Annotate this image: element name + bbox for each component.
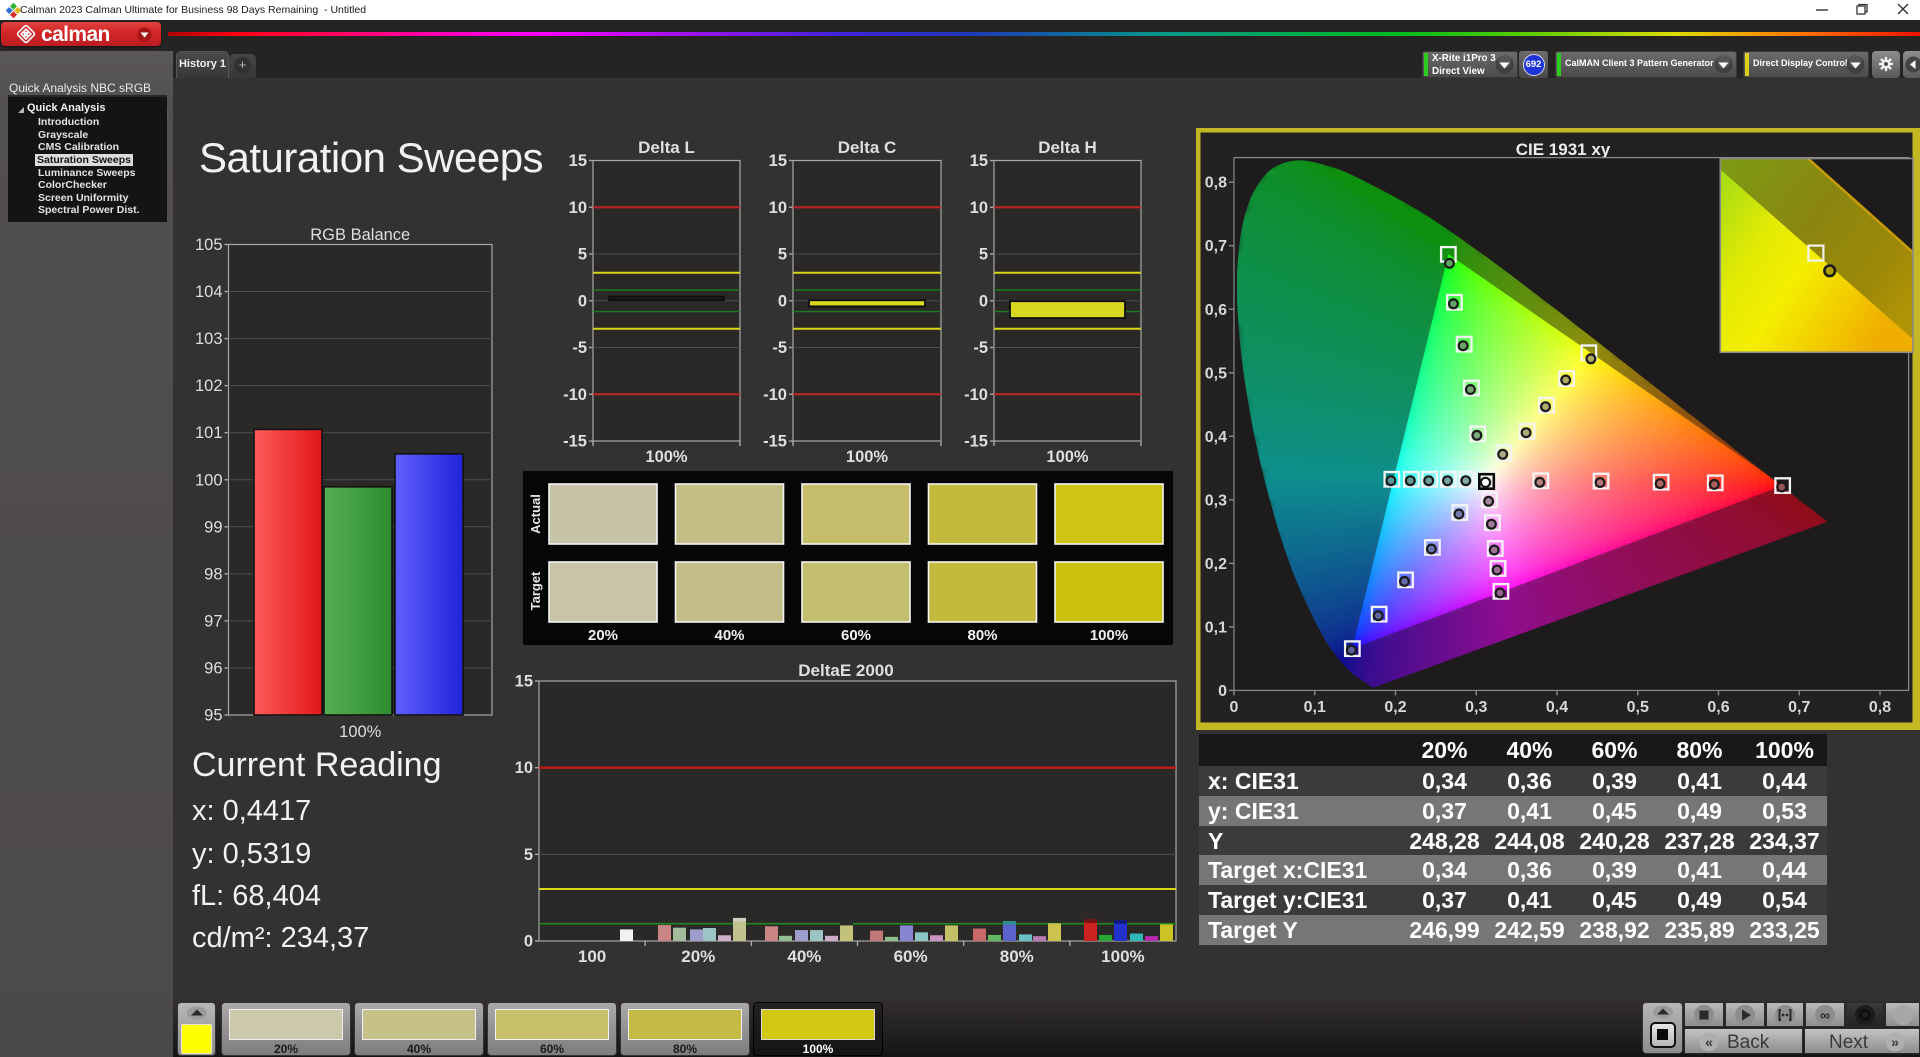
svg-text:«: « xyxy=(1705,1034,1713,1050)
svg-text:0: 0 xyxy=(578,292,587,310)
svg-text:x: 0,4417: x: 0,4417 xyxy=(192,795,311,827)
svg-text:99: 99 xyxy=(204,518,222,536)
svg-text:100: 100 xyxy=(195,471,223,489)
svg-text:5: 5 xyxy=(578,246,587,264)
svg-text:100%: 100% xyxy=(1101,947,1144,966)
svg-text:80%: 80% xyxy=(1000,947,1034,966)
svg-text:Delta C: Delta C xyxy=(838,138,897,157)
svg-text:0,5: 0,5 xyxy=(1205,365,1227,382)
svg-text:60%: 60% xyxy=(894,947,928,966)
svg-text:0,6: 0,6 xyxy=(1707,699,1729,716)
svg-text:0: 0 xyxy=(1230,699,1239,716)
svg-text:0,2: 0,2 xyxy=(1205,556,1227,573)
svg-text:Delta L: Delta L xyxy=(638,138,695,157)
svg-text:100%: 100% xyxy=(846,448,889,466)
svg-text:100%: 100% xyxy=(1046,448,1089,466)
svg-text:95: 95 xyxy=(204,707,222,725)
svg-text:0: 0 xyxy=(778,292,787,310)
svg-text:y: 0,5319: y: 0,5319 xyxy=(192,838,311,870)
svg-text:20%: 20% xyxy=(681,947,715,966)
svg-text:40%: 40% xyxy=(714,627,744,644)
svg-text:10: 10 xyxy=(569,199,587,217)
svg-text:80%: 80% xyxy=(967,627,997,644)
svg-text:0,1: 0,1 xyxy=(1205,619,1227,636)
svg-text:15: 15 xyxy=(970,152,988,170)
svg-text:0: 0 xyxy=(979,292,988,310)
svg-text:5: 5 xyxy=(524,846,533,864)
svg-text:5: 5 xyxy=(979,246,988,264)
svg-text:0,3: 0,3 xyxy=(1465,699,1487,716)
svg-text:96: 96 xyxy=(204,659,222,677)
svg-text:0,7: 0,7 xyxy=(1788,699,1810,716)
svg-text:-10: -10 xyxy=(763,386,787,404)
svg-text:0,7: 0,7 xyxy=(1205,238,1227,255)
svg-text:cd/m²: 234,37: cd/m²: 234,37 xyxy=(192,922,369,954)
svg-text:0,8: 0,8 xyxy=(1205,175,1227,192)
svg-text:0,6: 0,6 xyxy=(1205,302,1227,319)
svg-text:fL: 68,404: fL: 68,404 xyxy=(192,880,321,912)
svg-text:Actual: Actual xyxy=(528,494,543,534)
svg-text:100%: 100% xyxy=(1090,627,1128,644)
svg-text:100%: 100% xyxy=(645,448,688,466)
svg-text:100%: 100% xyxy=(339,723,382,741)
svg-text:-15: -15 xyxy=(563,433,587,451)
svg-text:15: 15 xyxy=(769,152,787,170)
svg-text:calman: calman xyxy=(41,24,110,45)
svg-text:5: 5 xyxy=(778,246,787,264)
svg-text:RGB Balance: RGB Balance xyxy=(310,226,410,244)
svg-text:101: 101 xyxy=(195,424,223,442)
svg-text:60%: 60% xyxy=(841,627,871,644)
svg-text:100: 100 xyxy=(578,947,606,966)
svg-text:-5: -5 xyxy=(572,339,587,357)
svg-text:15: 15 xyxy=(515,673,533,691)
svg-text:Delta H: Delta H xyxy=(1038,138,1097,157)
svg-text:0,3: 0,3 xyxy=(1205,492,1227,509)
svg-text:0,5: 0,5 xyxy=(1627,699,1649,716)
svg-text:Target: Target xyxy=(528,571,543,610)
svg-text:-10: -10 xyxy=(964,386,988,404)
svg-text:0,1: 0,1 xyxy=(1304,699,1326,716)
svg-text:-15: -15 xyxy=(964,433,988,451)
svg-text:0: 0 xyxy=(1218,683,1227,700)
svg-text:-5: -5 xyxy=(772,339,787,357)
svg-text:Current Reading: Current Reading xyxy=(192,746,441,784)
svg-text:0,8: 0,8 xyxy=(1869,699,1891,716)
svg-text:20%: 20% xyxy=(588,627,618,644)
svg-text:-10: -10 xyxy=(563,386,587,404)
svg-text:104: 104 xyxy=(195,283,223,301)
svg-text:10: 10 xyxy=(970,199,988,217)
svg-text:40%: 40% xyxy=(787,947,821,966)
svg-text:0,4: 0,4 xyxy=(1546,699,1568,716)
svg-text:10: 10 xyxy=(769,199,787,217)
svg-text:CIE 1931 xy: CIE 1931 xy xyxy=(1516,140,1611,159)
svg-text:-5: -5 xyxy=(973,339,988,357)
svg-text:0,4: 0,4 xyxy=(1205,429,1227,446)
svg-text:0,2: 0,2 xyxy=(1384,699,1406,716)
svg-text:-15: -15 xyxy=(763,433,787,451)
svg-text:98: 98 xyxy=(204,565,222,583)
svg-text:15: 15 xyxy=(569,152,587,170)
svg-text:97: 97 xyxy=(204,612,222,630)
svg-text:Saturation Sweeps: Saturation Sweeps xyxy=(199,134,543,181)
svg-text:10: 10 xyxy=(515,759,533,777)
svg-text:105: 105 xyxy=(195,236,223,254)
svg-text:103: 103 xyxy=(195,330,223,348)
svg-text:0: 0 xyxy=(524,933,533,951)
svg-text:DeltaE 2000: DeltaE 2000 xyxy=(798,661,893,680)
svg-text:∞: ∞ xyxy=(1820,1007,1830,1023)
svg-text:»: » xyxy=(1891,1034,1899,1050)
svg-text:102: 102 xyxy=(195,377,223,395)
